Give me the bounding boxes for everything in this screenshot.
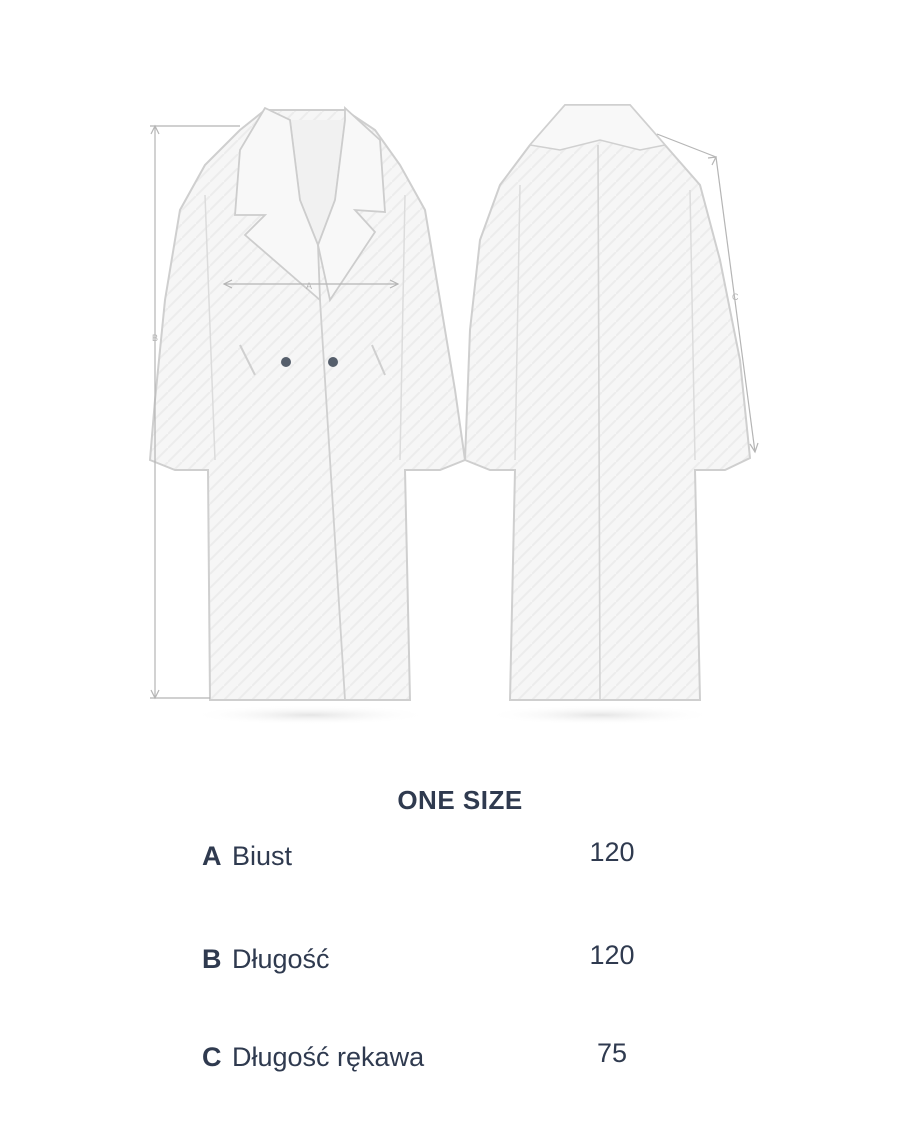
marker-a: A xyxy=(306,281,312,291)
button-right xyxy=(328,357,338,367)
coat-back xyxy=(463,104,752,701)
size-row-a: A Biust 120 xyxy=(202,835,662,879)
size-title: ONE SIZE xyxy=(397,785,523,815)
row-letter: C xyxy=(202,1042,222,1072)
row-label: Długość xyxy=(232,944,330,974)
marker-b: B xyxy=(152,333,158,343)
row-label: Biust xyxy=(232,841,293,871)
coat-front xyxy=(148,105,467,701)
size-row-b: B Długość 120 xyxy=(202,938,662,982)
row-letter: A xyxy=(202,841,222,871)
size-row-c: C Długość rękawa 75 xyxy=(202,1036,662,1080)
marker-c: C xyxy=(732,292,739,302)
button-left xyxy=(281,357,291,367)
row-value: 120 xyxy=(589,837,635,867)
coat-illustration: B A C xyxy=(148,104,759,725)
row-value: 75 xyxy=(596,1038,628,1068)
row-label: Długość rękawa xyxy=(232,1042,425,1072)
row-letter: B xyxy=(202,944,222,974)
row-value: 120 xyxy=(589,940,635,970)
